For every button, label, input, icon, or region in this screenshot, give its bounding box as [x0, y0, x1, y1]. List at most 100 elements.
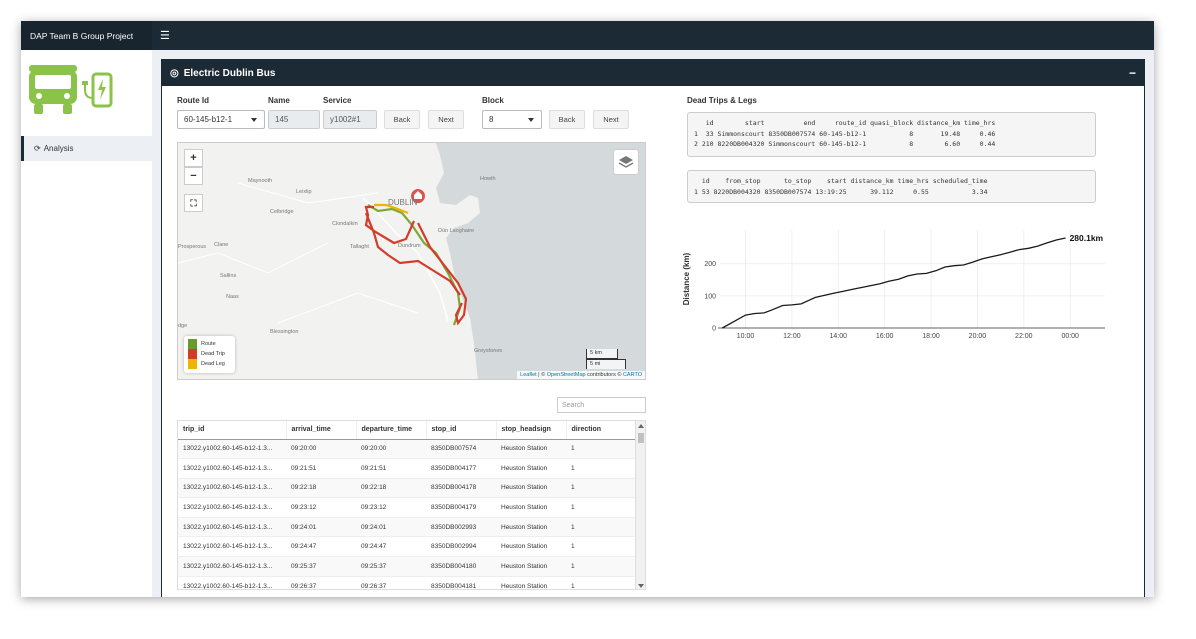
x-tick-label: 16:00: [876, 333, 894, 340]
table-search-input[interactable]: Search: [557, 397, 646, 413]
target-icon: ◎: [170, 67, 179, 79]
sidebar-toggle-icon[interactable]: ☰: [160, 29, 170, 42]
app-title[interactable]: DAP Team B Group Project: [21, 21, 152, 50]
col-stop-id[interactable]: stop_id: [426, 421, 497, 440]
col-stop-headsign[interactable]: stop_headsign: [496, 421, 567, 440]
name-field[interactable]: 145: [268, 110, 320, 129]
chevron-down-icon: [251, 118, 257, 122]
col-direction[interactable]: direction: [566, 421, 636, 440]
route-id-select[interactable]: 60-145-b12-1: [177, 110, 265, 129]
map-place-label: Maynooth: [248, 178, 273, 184]
table-cell: 09:24:01: [286, 516, 356, 537]
table-cell: 09:26:37: [286, 575, 356, 589]
panel-title: Electric Dublin Bus: [183, 67, 276, 79]
map-place-label: Celbridge: [270, 209, 294, 215]
y-tick-label: 200: [704, 261, 716, 268]
map-place-label: Howth: [480, 176, 496, 182]
y-tick-label: 0: [712, 326, 716, 333]
block-next-button[interactable]: Next: [593, 110, 629, 129]
table-cell: Heuston Station: [496, 477, 566, 498]
chart-grid: [720, 230, 1105, 329]
legend-swatch: [188, 339, 197, 349]
x-tick-label: 10:00: [737, 333, 755, 340]
map-place-label: Clane: [214, 242, 229, 248]
sidebar-item-analysis[interactable]: ⟳ Analysis: [21, 136, 152, 161]
col-arrival-time[interactable]: arrival_time: [286, 421, 357, 440]
x-tick-label: 18:00: [922, 333, 940, 340]
table-cell: Heuston Station: [496, 575, 566, 589]
table-row[interactable]: 13022.y1002.60-145-b12-1.3... 09:24:47 09:…: [178, 536, 636, 557]
x-tick-label: 00:00: [1061, 333, 1079, 340]
route-back-button[interactable]: Back: [384, 110, 420, 129]
table-cell: 09:26:37: [356, 575, 426, 589]
layers-icon: [618, 156, 634, 168]
table-row[interactable]: 13022.y1002.60-145-b12-1.3... 09:20:00 09:…: [178, 438, 636, 459]
table-cell: 1: [566, 575, 636, 589]
legend-item-route: Route: [188, 339, 231, 349]
chart-x-axis: 10:00 12:00 14:00 16:00 18:00 20:00 22:00 00:00: [718, 327, 1105, 340]
table-cell: Heuston Station: [496, 556, 566, 577]
route-next-button[interactable]: Next: [428, 110, 464, 129]
attrib-sep: | ©: [536, 372, 547, 378]
map-place-label: dge: [178, 323, 188, 329]
distance-series-line: [721, 237, 1066, 329]
table-cell: 13022.y1002.60-145-b12-1.3...: [178, 458, 286, 479]
route-id-label: Route Id: [177, 96, 209, 105]
layers-button[interactable]: [613, 149, 639, 175]
table-row[interactable]: 13022.y1002.60-145-b12-1.3... 09:22:18 09:…: [178, 477, 636, 498]
carto-link[interactable]: CARTO: [623, 372, 642, 378]
table-cell: Heuston Station: [496, 516, 566, 537]
collapse-button[interactable]: −: [1129, 66, 1136, 80]
table-cell: 09:20:00: [286, 438, 356, 459]
col-departure-time[interactable]: departure_time: [356, 421, 427, 440]
map-attribution: Leaflet | © OpenStreetMap contributors ©…: [517, 371, 645, 379]
col-trip-id[interactable]: trip_id: [178, 421, 287, 440]
table-cell: 13022.y1002.60-145-b12-1.3...: [178, 575, 286, 589]
x-tick-label: 14:00: [830, 333, 848, 340]
fullscreen-button[interactable]: ⛶: [184, 194, 203, 212]
x-tick-label: 20:00: [969, 333, 987, 340]
table-cell: 09:24:01: [356, 516, 426, 537]
osm-link[interactable]: OpenStreetMap: [547, 372, 586, 378]
table-cell: 09:21:51: [356, 458, 426, 479]
table-cell: 13022.y1002.60-145-b12-1.3...: [178, 536, 286, 557]
table-row[interactable]: 13022.y1002.60-145-b12-1.3... 09:24:01 09:…: [178, 516, 636, 537]
table-cell: 09:24:47: [286, 536, 356, 557]
chart-y-axis: 0 100 200: [704, 261, 716, 332]
leaflet-link[interactable]: Leaflet: [520, 372, 537, 378]
end-value-label: 280.1km: [1070, 233, 1104, 243]
table-cell: 1: [566, 497, 636, 518]
table-scrollbar[interactable]: [635, 421, 645, 589]
table-cell: 09:22:18: [356, 477, 426, 498]
app-window: DAP Team B Group Project ☰ ⟳ Analysis ◎ …: [21, 21, 1154, 597]
zoom-out-button[interactable]: −: [184, 167, 203, 185]
route-map[interactable]: Maynooth Howth Leixlip DUBLIN Celbridge …: [177, 142, 646, 380]
block-select[interactable]: 8: [482, 110, 542, 129]
table-cell: Heuston Station: [496, 438, 566, 459]
zoom-in-button[interactable]: +: [184, 149, 203, 167]
table-cell: 13022.y1002.60-145-b12-1.3...: [178, 438, 286, 459]
table-cell: 09:22:18: [286, 477, 356, 498]
service-field[interactable]: y1002#1: [323, 110, 377, 129]
sidebar: ⟳ Analysis: [21, 50, 152, 597]
map-place-label: Sallins: [220, 273, 237, 279]
table-row[interactable]: 13022.y1002.60-145-b12-1.3... 09:26:37 09:…: [178, 575, 636, 589]
table-row[interactable]: 13022.y1002.60-145-b12-1.3... 09:23:12 09:…: [178, 497, 636, 518]
scroll-up-icon[interactable]: [638, 424, 644, 428]
block-back-button[interactable]: Back: [549, 110, 585, 129]
sidebar-item-label: Analysis: [43, 144, 74, 153]
fullscreen-icon: ⛶: [190, 197, 197, 208]
map-place-label: Tallaght: [350, 244, 369, 250]
map-place-label: DUBLIN: [388, 198, 418, 207]
scroll-down-icon[interactable]: [638, 584, 644, 588]
scroll-thumb[interactable]: [638, 433, 644, 443]
refresh-icon: ⟳: [34, 144, 41, 153]
table-cell: 8350DB004179: [426, 497, 496, 518]
table-cell: 8350DB002994: [426, 536, 496, 557]
table-cell: 13022.y1002.60-145-b12-1.3...: [178, 516, 286, 537]
table-row[interactable]: 13022.y1002.60-145-b12-1.3... 09:21:51 09:…: [178, 458, 636, 479]
table-cell: 8350DB004181: [426, 575, 496, 589]
table-row[interactable]: 13022.y1002.60-145-b12-1.3... 09:25:37 09:…: [178, 556, 636, 577]
chevron-down-icon: [528, 118, 534, 122]
table-cell: 1: [566, 458, 636, 479]
